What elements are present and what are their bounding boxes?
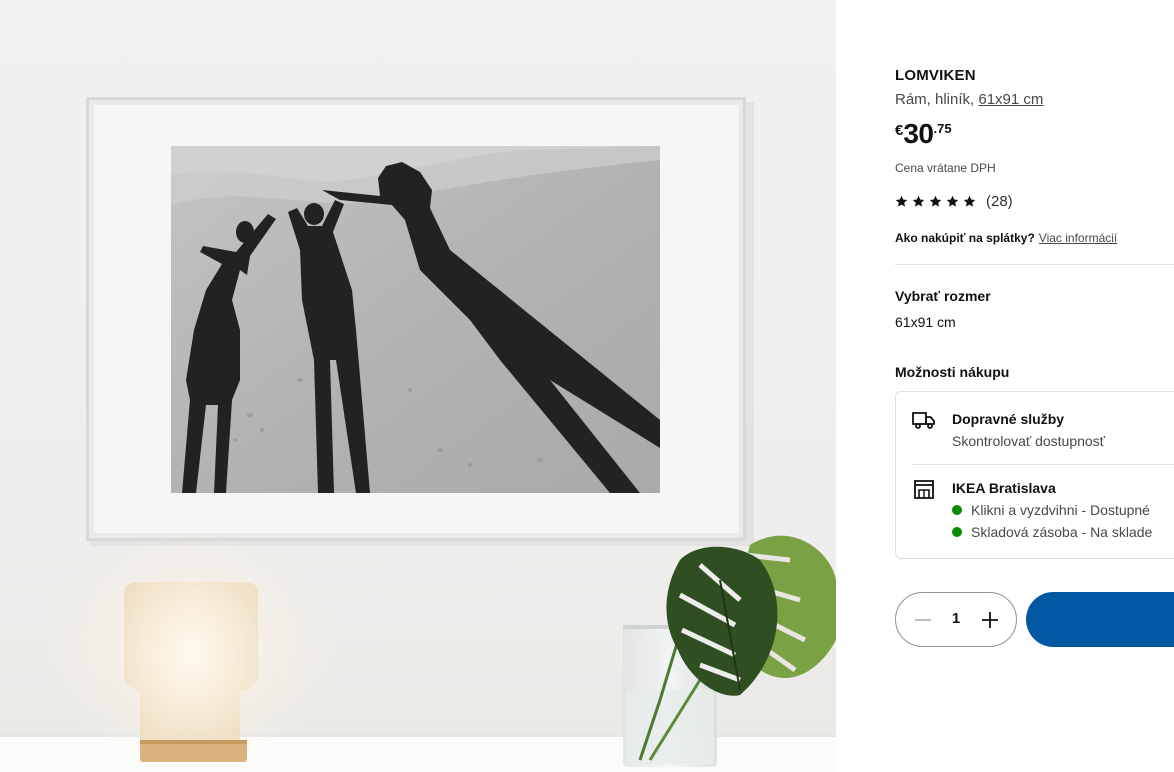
price-integer: 30 (903, 118, 934, 149)
rating-stars (895, 195, 976, 208)
product-description: Rám, hliník, 61x91 cm (895, 91, 1043, 108)
purchase-options-title: Možnosti nákupu (895, 364, 1010, 380)
purchase-options-box: Dopravné služby Skontrolovať dostupnosť … (895, 391, 1174, 559)
size-selector-value[interactable]: 61x91 cm (895, 314, 956, 330)
star-icon (963, 195, 976, 207)
divider (895, 264, 1174, 265)
availability-stock: Skladová zásoba - Na sklade (952, 524, 1152, 540)
add-to-cart-button[interactable] (1026, 592, 1174, 647)
truck-icon (912, 412, 935, 429)
product-info-panel: LOMVIKEN Rám, hliník, 61x91 cm €30.75 Ce… (836, 0, 1174, 772)
delivery-title: Dopravné služby (952, 411, 1065, 427)
installments-label: Ako nakúpiť na splátky? (895, 231, 1035, 245)
quantity-stepper: 1 (895, 592, 1017, 647)
star-icon (929, 195, 942, 207)
store-icon (914, 480, 934, 499)
star-icon (895, 195, 908, 207)
star-icon (946, 195, 959, 207)
minus-icon[interactable] (910, 607, 936, 633)
installments-info: Ako nakúpiť na splátky? Viac informácií (895, 231, 1117, 245)
quantity-value[interactable]: 1 (942, 610, 970, 627)
product-name: LOMVIKEN (895, 67, 976, 84)
availability-text: Klikni a vyzdvihni - Dostupné (971, 502, 1150, 518)
plus-icon[interactable] (977, 607, 1003, 633)
store-title: IKEA Bratislava (952, 480, 1056, 496)
product-image[interactable] (0, 0, 836, 772)
rating[interactable]: (28) (895, 193, 1013, 210)
size-selector-title: Vybrať rozmer (895, 288, 991, 304)
star-icon (912, 195, 925, 207)
status-dot-icon (952, 527, 962, 537)
delivery-subtitle: Skontrolovať dostupnosť (952, 433, 1105, 449)
availability-text: Skladová zásoba - Na sklade (971, 524, 1153, 540)
product-description-text: Rám, hliník, (895, 91, 979, 108)
price-currency: € (895, 122, 904, 139)
price-decimal: .75 (933, 121, 952, 136)
product-photo-illustration (0, 97, 836, 772)
status-dot-icon (952, 505, 962, 515)
options-separator (912, 464, 1174, 465)
product-price: €30.75 (895, 118, 952, 150)
vat-note: Cena vrátane DPH (895, 161, 996, 175)
size-link[interactable]: 61x91 cm (978, 91, 1043, 108)
installments-more-link[interactable]: Viac informácií (1039, 231, 1117, 245)
availability-click-collect: Klikni a vyzdvihni - Dostupné (952, 502, 1150, 518)
rating-count: (28) (986, 193, 1013, 210)
